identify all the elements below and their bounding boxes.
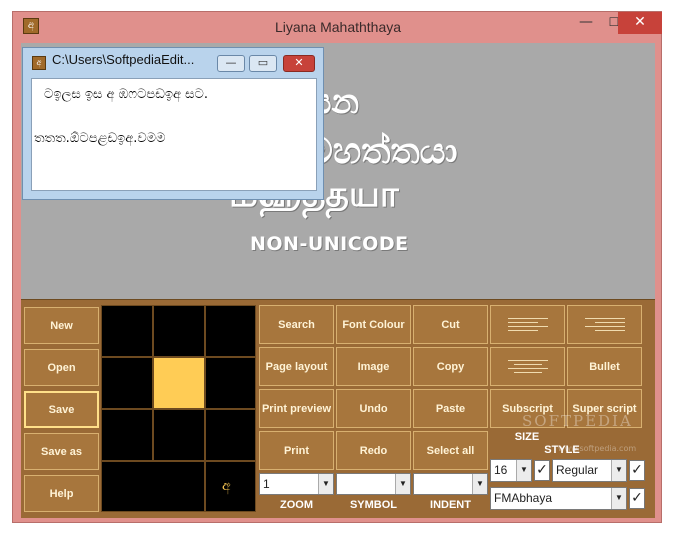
size-value: 16 (494, 463, 508, 477)
save-button[interactable]: Save (24, 391, 99, 428)
font-colour-button[interactable]: Font Colour (336, 305, 411, 344)
chevron-down-icon: ▼ (318, 474, 333, 494)
bullet-button[interactable]: Bullet (567, 347, 642, 386)
font-select[interactable]: FMAbhaya ▼ (490, 487, 627, 510)
color-cell-selected[interactable] (153, 357, 205, 409)
open-button[interactable]: Open (24, 349, 99, 386)
banner-line-4: NON-UNICODE (250, 233, 409, 255)
chevron-down-icon: ▼ (611, 488, 626, 509)
indent-select[interactable]: ▼ (413, 473, 488, 495)
new-button[interactable]: New (24, 307, 99, 344)
sinhala-char: අ (222, 478, 231, 494)
font-value: FMAbhaya (494, 491, 553, 505)
zoom-select[interactable]: 1 ▼ (259, 473, 334, 495)
align-center-icon (507, 360, 548, 373)
print-button[interactable]: Print (259, 431, 334, 470)
copy-button[interactable]: Copy (413, 347, 488, 386)
console-line-2: තතත.ඕටපළඩඉඅ.වමම (34, 131, 166, 146)
zoom-label: ZOOM (280, 499, 313, 511)
page-layout-button[interactable]: Page layout (259, 347, 334, 386)
align-left-button[interactable] (490, 305, 565, 344)
save-as-button[interactable]: Save as (24, 433, 99, 470)
console-maximize-icon[interactable]: ▭ (249, 55, 277, 72)
minimize-icon[interactable]: — (572, 12, 600, 34)
style-select[interactable]: Regular ▼ (552, 459, 627, 482)
char-cell[interactable]: අ (205, 461, 256, 512)
banner-line-2: මහත්තයා (307, 131, 458, 172)
help-button[interactable]: Help (24, 475, 99, 512)
paste-button[interactable]: Paste (413, 389, 488, 428)
window-title: Liyana Mahaththaya (274, 19, 402, 35)
font-checkbox[interactable]: ✓ (629, 488, 645, 509)
chevron-down-icon: ▼ (472, 474, 487, 494)
console-text-area[interactable]: ටඉලස ඉස අ ඹෆටපඩඉඅ සට. තතත.ඕටපළඩඉඅ.වමම (31, 78, 317, 191)
redo-button[interactable]: Redo (336, 431, 411, 470)
size-checkbox[interactable]: ✓ (534, 460, 550, 481)
align-center-button[interactable] (490, 347, 565, 386)
chevron-down-icon: ▼ (395, 474, 410, 494)
style-checkbox[interactable]: ✓ (629, 460, 645, 481)
watermark-url: www.softpedia.com (558, 444, 637, 453)
title-bar[interactable]: අ Liyana Mahaththaya — ☐ ✕ (13, 12, 663, 42)
console-line-1: ටඉලස ඉස අ ඹෆටපඩඉඅ සට. (44, 87, 208, 102)
print-preview-button[interactable]: Print preview (259, 389, 334, 428)
symbol-select[interactable]: ▼ (336, 473, 411, 495)
size-label: SIZE (514, 431, 540, 443)
color-cell[interactable] (153, 409, 205, 461)
search-button[interactable]: Search (259, 305, 334, 344)
color-cell[interactable] (205, 409, 256, 461)
style-value: Regular (556, 463, 599, 477)
image-button[interactable]: Image (336, 347, 411, 386)
color-cell[interactable] (205, 357, 256, 409)
cut-button[interactable]: Cut (413, 305, 488, 344)
select-all-button[interactable]: Select all (413, 431, 488, 470)
size-select[interactable]: 16 ▼ (490, 459, 532, 482)
align-right-icon (584, 318, 625, 331)
console-close-icon[interactable]: ✕ (283, 55, 315, 72)
color-cell[interactable] (101, 357, 153, 409)
zoom-value: 1 (263, 477, 270, 491)
align-right-button[interactable] (567, 305, 642, 344)
color-cell[interactable] (205, 305, 256, 357)
symbol-label: SYMBOL (349, 499, 398, 511)
chevron-down-icon: ▼ (611, 460, 626, 481)
undo-button[interactable]: Undo (336, 389, 411, 428)
color-cell[interactable] (153, 305, 205, 357)
color-cell[interactable] (101, 305, 153, 357)
console-app-icon[interactable]: අ (32, 56, 46, 70)
color-cell[interactable] (101, 461, 205, 512)
watermark: SOFTPEDIA (522, 412, 633, 430)
console-window[interactable]: අ C:\Users\SoftpediaEdit... — ▭ ✕ ටඉලස ඉ… (22, 47, 324, 200)
console-minimize-icon[interactable]: — (217, 55, 245, 72)
console-title: C:\Users\SoftpediaEdit... (52, 52, 195, 67)
close-icon[interactable]: ✕ (618, 12, 662, 34)
indent-label: INDENT (430, 499, 471, 511)
align-left-icon (507, 318, 548, 331)
color-cell[interactable] (101, 409, 153, 461)
chevron-down-icon: ▼ (516, 460, 531, 481)
